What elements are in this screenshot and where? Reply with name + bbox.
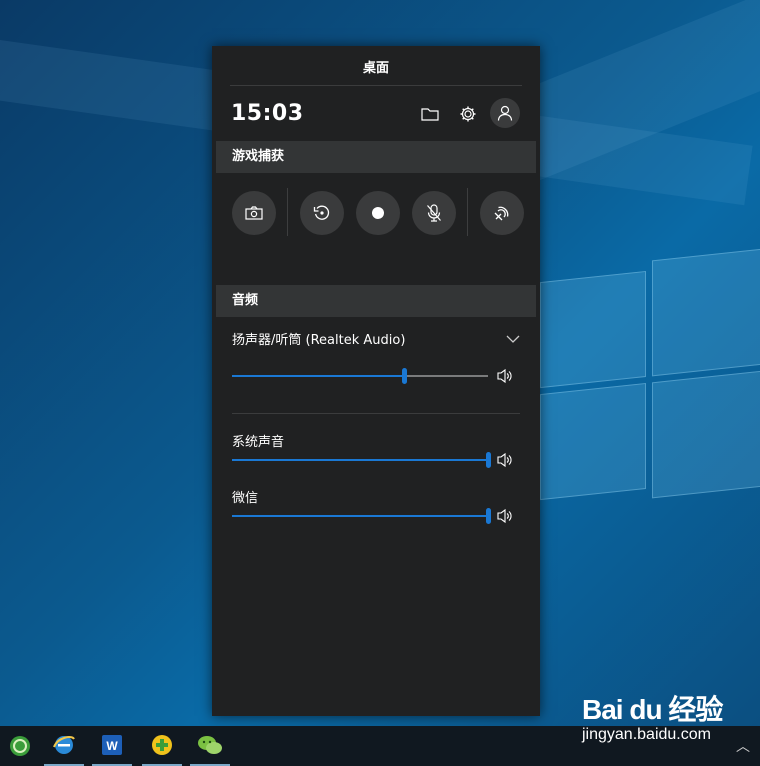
- speaker-icon[interactable]: [496, 507, 514, 525]
- time-bar: 15:03: [212, 86, 540, 140]
- audio-section-title: 音频: [216, 285, 536, 317]
- record-icon: [372, 207, 384, 219]
- system-sounds-volume-slider[interactable]: [232, 450, 491, 470]
- slider-thumb[interactable]: [486, 452, 491, 468]
- divider: [287, 188, 288, 236]
- app-volume-label-wechat: 微信: [232, 491, 259, 506]
- broadcast-icon: [494, 206, 509, 221]
- security-360-icon[interactable]: [142, 726, 182, 766]
- broadcast-button[interactable]: [480, 191, 524, 235]
- user-icon[interactable]: [490, 98, 520, 128]
- watermark-logo: Bai du 经验: [582, 694, 723, 725]
- audio-device-label: 扬声器/听筒 (Realtek Audio): [232, 333, 406, 348]
- game-bar-panel: 桌面 15:03 游戏捕获 音频 扬声器/听筒 (Realtek Audio): [212, 46, 540, 716]
- device-volume-slider[interactable]: [232, 366, 488, 386]
- chevron-down-icon[interactable]: [506, 329, 520, 348]
- tray-chevron-up-icon[interactable]: ︿: [736, 736, 750, 756]
- mic-off-icon: [427, 204, 441, 222]
- panel-title: 桌面: [362, 60, 389, 76]
- gear-icon[interactable]: [454, 100, 482, 128]
- microphone-toggle-button[interactable]: [412, 191, 456, 235]
- windows-logo: [540, 238, 760, 522]
- app-volume-label-system: 系统声音: [232, 435, 285, 450]
- ie-icon[interactable]: [44, 726, 84, 766]
- replay-icon: [313, 205, 330, 220]
- slider-thumb[interactable]: [401, 368, 407, 384]
- capture-section-title: 游戏捕获: [216, 141, 536, 173]
- watermark: Bai du 经验 jingyan.baidu.com: [582, 688, 723, 744]
- browser-360-icon[interactable]: [0, 726, 40, 766]
- record-last-button[interactable]: [300, 191, 344, 235]
- clock: 15:03: [231, 101, 304, 126]
- speaker-icon[interactable]: [496, 451, 514, 469]
- divider: [232, 413, 520, 414]
- divider: [467, 188, 468, 236]
- folder-icon[interactable]: [416, 100, 444, 128]
- camera-icon: [245, 206, 263, 220]
- wechat-icon[interactable]: [190, 726, 230, 766]
- record-button[interactable]: [356, 191, 400, 235]
- wps-icon[interactable]: W: [92, 726, 132, 766]
- screenshot-button[interactable]: [232, 191, 276, 235]
- slider-thumb[interactable]: [486, 508, 491, 524]
- watermark-url: jingyan.baidu.com: [582, 726, 711, 743]
- wechat-volume-slider[interactable]: [232, 506, 491, 526]
- speaker-icon[interactable]: [496, 367, 514, 385]
- svg-text:W: W: [106, 739, 118, 753]
